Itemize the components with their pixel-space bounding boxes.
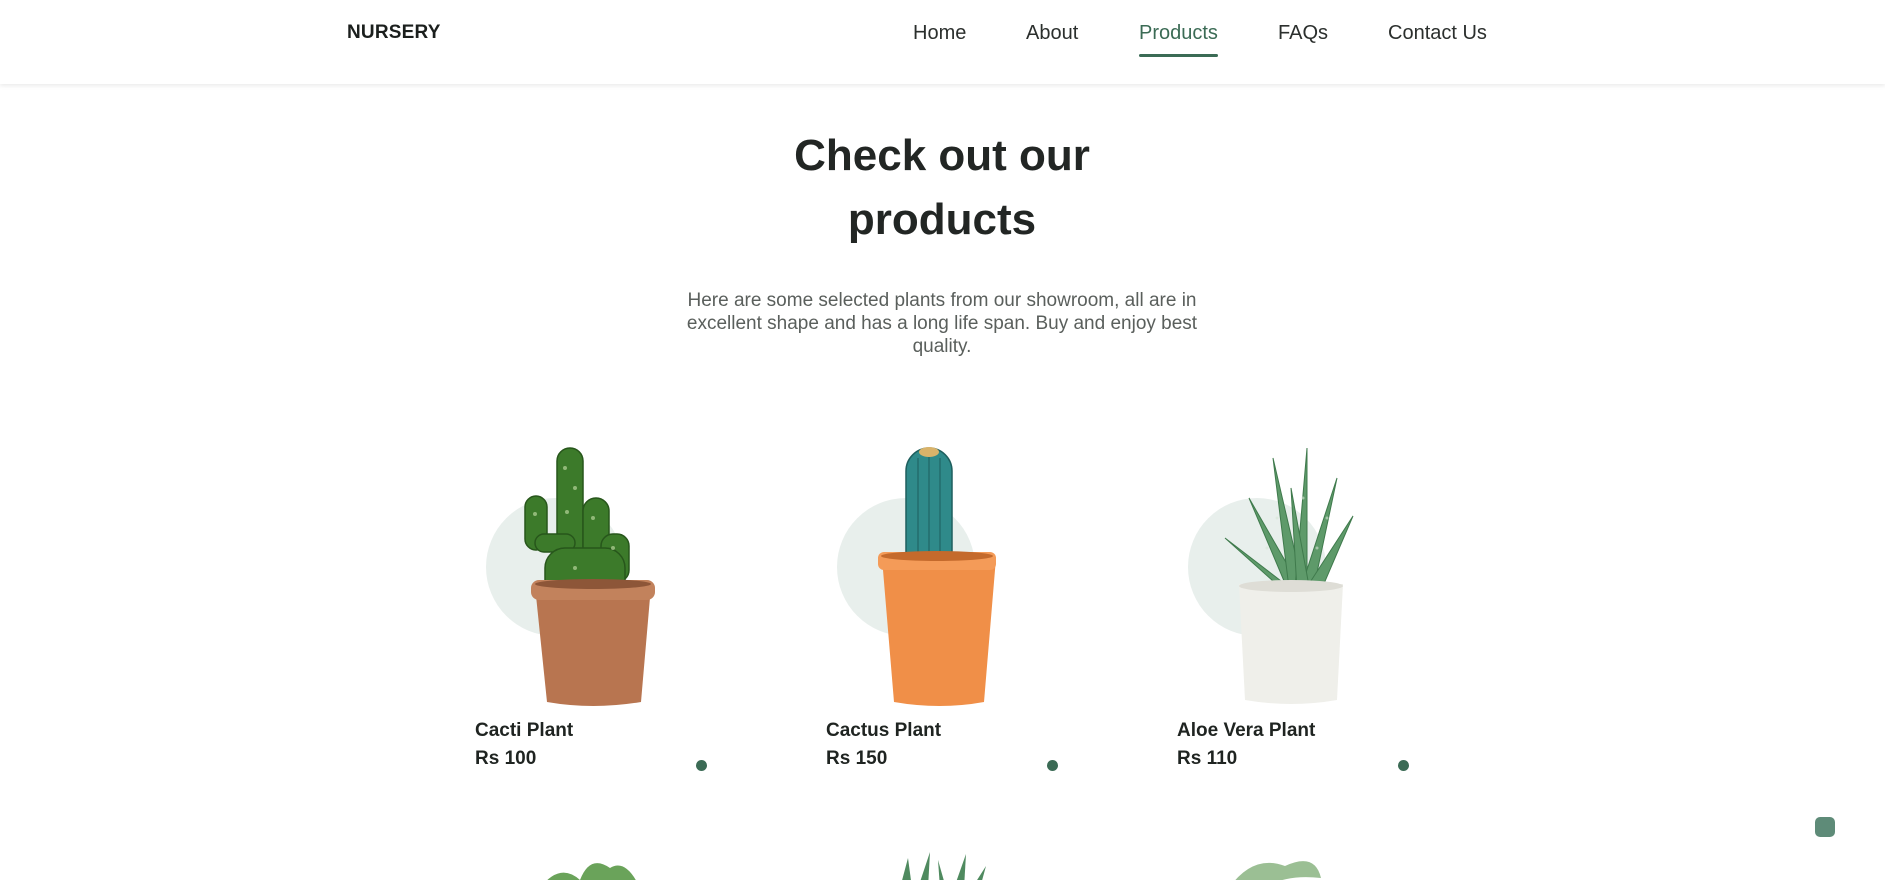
product-card-cacti[interactable]: Cacti Plant Rs 100 [475,438,735,778]
product-name: Cactus Plant [826,720,942,741]
main-nav: Home About Products FAQs Contact Us [0,22,1885,57]
nav-contact[interactable]: Contact Us [1388,22,1487,45]
page-description: Here are some selected plants from our s… [686,290,1198,357]
product-card-aloe-vera[interactable]: Aloe Vera Plant Rs 110 [1177,438,1437,778]
product-price: Rs 110 [1177,748,1238,769]
page-title-line2: products [847,195,1037,244]
nav-about[interactable]: About [1026,22,1078,45]
add-to-cart-dot[interactable] [1398,760,1409,771]
nav-products[interactable]: Products [1139,22,1218,57]
add-to-cart-dot[interactable] [696,760,707,771]
page-title: Check out our products [642,124,1242,252]
site-header: NURSERY Home About Products FAQs Contact… [0,0,1885,84]
pothos-plant-icon [1235,861,1321,880]
add-to-cart-dot[interactable] [1047,760,1058,771]
active-nav-indicator [1139,54,1218,57]
product-card-cactus[interactable]: Cactus Plant Rs 150 [826,438,1086,778]
nav-faqs[interactable]: FAQs [1278,22,1328,45]
aloe-white-pot-icon [1224,447,1354,704]
cactus-brown-pot-icon [524,447,655,706]
product-card-peek [1225,848,1405,880]
product-card-peek [890,848,1070,880]
floating-action-button[interactable] [1815,817,1835,837]
nav-home[interactable]: Home [913,22,966,45]
product-card-peek [530,848,710,880]
nav-products-label: Products [1139,22,1218,44]
cactus-orange-pot-icon [878,447,996,706]
page-title-line1: Check out our [794,131,1090,180]
product-price: Rs 150 [826,748,888,769]
product-name: Cacti Plant [475,720,574,741]
product-name: Aloe Vera Plant [1177,720,1316,741]
snake-plant-icon [902,852,986,880]
product-price: Rs 100 [475,748,537,769]
leafy-plant-icon [547,863,636,880]
